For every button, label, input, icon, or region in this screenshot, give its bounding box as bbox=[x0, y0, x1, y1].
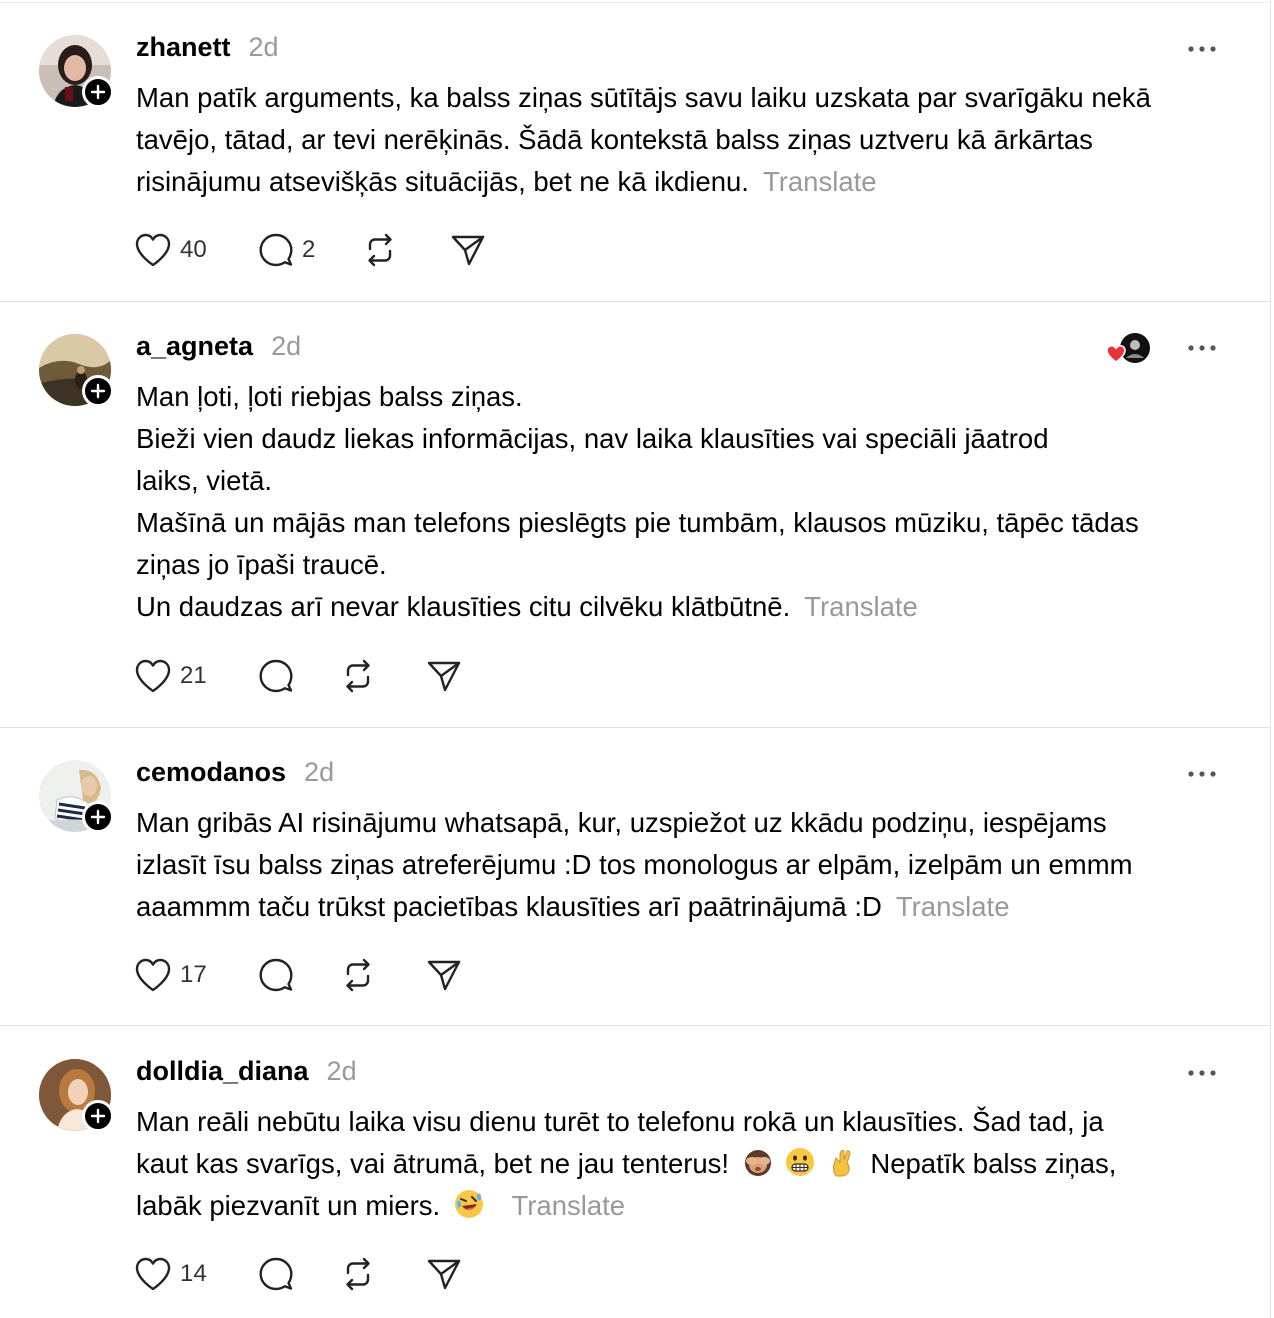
more-dots-icon bbox=[1188, 46, 1216, 52]
heart-outline-icon bbox=[135, 958, 171, 992]
post-body-fragment: labāk piezvanīt un miers. bbox=[136, 1190, 441, 1221]
paper-plane-icon bbox=[427, 960, 461, 991]
timestamp[interactable]: 2d bbox=[327, 1056, 357, 1087]
more-dots-icon bbox=[1188, 1070, 1216, 1076]
repost-arrows-icon bbox=[368, 233, 392, 267]
crossed-fingers-emoji bbox=[826, 1146, 858, 1178]
username[interactable]: dolldia_diana bbox=[136, 1056, 309, 1087]
speech-bubble-icon bbox=[259, 233, 293, 267]
translate-link[interactable]: Translate bbox=[763, 166, 877, 197]
repost-button[interactable] bbox=[340, 955, 376, 995]
post-body-line: Man reāli nebūtu laika visu dienu turēt … bbox=[136, 1106, 1104, 1137]
like-button[interactable]: 14 bbox=[134, 1254, 207, 1294]
post-header: cemodanos 2d bbox=[136, 757, 334, 793]
post-divider bbox=[0, 1025, 1270, 1026]
plus-icon bbox=[90, 1108, 106, 1124]
see-no-evil-monkey-emoji bbox=[742, 1146, 774, 1178]
plus-icon bbox=[90, 84, 106, 100]
more-options-button[interactable] bbox=[1184, 37, 1220, 61]
follow-button[interactable] bbox=[82, 375, 114, 407]
plus-icon bbox=[90, 383, 106, 399]
like-count: 14 bbox=[180, 1260, 207, 1287]
reply-button[interactable] bbox=[258, 656, 294, 696]
avatar-wrap bbox=[39, 35, 114, 108]
grimacing-face-emoji bbox=[784, 1146, 816, 1178]
username[interactable]: a_agneta bbox=[136, 331, 253, 362]
username[interactable]: cemodanos bbox=[136, 757, 286, 788]
post-body-line: labāk piezvanīt un miers. Translate bbox=[136, 1185, 1236, 1227]
paper-plane-icon bbox=[427, 661, 461, 692]
follow-button[interactable] bbox=[82, 76, 114, 108]
avatar-wrap bbox=[39, 760, 114, 833]
plus-icon bbox=[90, 809, 106, 825]
reply-button[interactable] bbox=[258, 955, 294, 995]
share-button[interactable] bbox=[426, 656, 462, 696]
translate-link[interactable]: Translate bbox=[804, 591, 918, 622]
post-text: Man gribās AI risinājumu whatsapā, kur, … bbox=[136, 802, 1236, 928]
like-button[interactable]: 17 bbox=[134, 955, 207, 995]
post-body-fragment: kaut kas svarīgs, vai ātrumā, bet ne jau… bbox=[136, 1148, 730, 1179]
avatar-wrap bbox=[39, 334, 114, 407]
post-divider bbox=[0, 301, 1270, 302]
speech-bubble-icon bbox=[259, 958, 293, 992]
like-button[interactable]: 40 bbox=[134, 230, 207, 270]
more-options-button[interactable] bbox=[1184, 336, 1220, 360]
share-button[interactable] bbox=[426, 1254, 462, 1294]
post-header: a_agneta 2d bbox=[136, 331, 301, 367]
post-body-fragment: Nepatīk balss ziņas, bbox=[870, 1148, 1117, 1179]
speech-bubble-icon bbox=[259, 659, 293, 693]
top-border bbox=[0, 2, 1270, 3]
reply-button[interactable]: 2 bbox=[258, 230, 315, 270]
reply-button[interactable] bbox=[258, 1254, 294, 1294]
heart-outline-icon bbox=[135, 1257, 171, 1291]
liked-by-author-avatars[interactable] bbox=[1104, 332, 1152, 366]
repost-button[interactable] bbox=[340, 656, 376, 696]
more-dots-icon bbox=[1188, 771, 1216, 777]
like-count: 21 bbox=[180, 662, 207, 689]
reply-count: 2 bbox=[302, 236, 316, 263]
post-body: Man patīk arguments, ka balss ziņas sūtī… bbox=[136, 82, 1151, 197]
post-body-line: kaut kas svarīgs, vai ātrumā, bet ne jau… bbox=[136, 1143, 1236, 1185]
post-header: zhanett 2d bbox=[136, 32, 279, 68]
repost-arrows-icon bbox=[346, 1257, 370, 1291]
paper-plane-icon bbox=[451, 235, 485, 266]
like-count: 17 bbox=[180, 961, 207, 988]
share-button[interactable] bbox=[450, 230, 486, 270]
paper-plane-icon bbox=[427, 1259, 461, 1290]
timestamp[interactable]: 2d bbox=[271, 331, 301, 362]
heart-outline-icon bbox=[135, 659, 171, 693]
follow-button[interactable] bbox=[82, 801, 114, 833]
repost-button[interactable] bbox=[362, 230, 398, 270]
follow-button[interactable] bbox=[82, 1100, 114, 1132]
post-text: Man reāli nebūtu laika visu dienu turēt … bbox=[136, 1101, 1236, 1227]
username[interactable]: zhanett bbox=[136, 32, 231, 63]
more-options-button[interactable] bbox=[1184, 762, 1220, 786]
repost-arrows-icon bbox=[346, 958, 370, 992]
like-button[interactable]: 21 bbox=[134, 656, 207, 696]
reaction-avatar-icon bbox=[1106, 333, 1150, 363]
post-body: Man ļoti, ļoti riebjas balss ziņas. Biež… bbox=[136, 381, 1139, 622]
avatar-wrap bbox=[39, 1059, 114, 1132]
post-header: dolldia_diana 2d bbox=[136, 1056, 357, 1092]
translate-link[interactable]: Translate bbox=[511, 1190, 625, 1221]
right-border bbox=[1270, 0, 1271, 1318]
repost-button[interactable] bbox=[340, 1254, 376, 1294]
rolling-on-floor-laughing-emoji bbox=[453, 1188, 485, 1220]
translate-link[interactable]: Translate bbox=[896, 891, 1010, 922]
share-button[interactable] bbox=[426, 955, 462, 995]
post-text: Man patīk arguments, ka balss ziņas sūtī… bbox=[136, 77, 1236, 203]
timestamp[interactable]: 2d bbox=[249, 32, 279, 63]
post-text: Man ļoti, ļoti riebjas balss ziņas. Biež… bbox=[136, 376, 1236, 628]
repost-arrows-icon bbox=[346, 659, 370, 693]
heart-outline-icon bbox=[135, 233, 171, 267]
more-dots-icon bbox=[1188, 345, 1216, 351]
timestamp[interactable]: 2d bbox=[304, 757, 334, 788]
post-divider bbox=[0, 727, 1270, 728]
like-count: 40 bbox=[180, 236, 207, 263]
speech-bubble-icon bbox=[259, 1257, 293, 1291]
more-options-button[interactable] bbox=[1184, 1061, 1220, 1085]
